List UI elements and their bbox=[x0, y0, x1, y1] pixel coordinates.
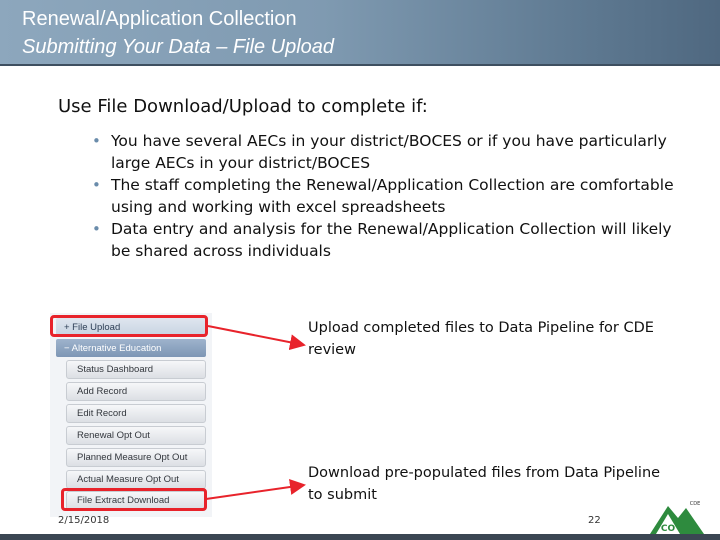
menu-item-status-dashboard[interactable]: Status Dashboard bbox=[66, 360, 206, 379]
file-upload-highlight bbox=[50, 315, 208, 337]
upload-arrow bbox=[207, 325, 306, 351]
logo-text: CO bbox=[661, 524, 676, 534]
menu-item-actual-measure-opt-out[interactable]: Actual Measure Opt Out bbox=[66, 470, 206, 489]
menu-item-add-record[interactable]: Add Record bbox=[66, 382, 206, 401]
bullet-list: • You have several AECs in your district… bbox=[92, 130, 692, 262]
download-arrow bbox=[205, 479, 306, 500]
upload-note: Upload completed files to Data Pipeline … bbox=[308, 320, 654, 358]
bullet-item: • You have several AECs in your district… bbox=[92, 130, 692, 174]
bullet-text: You have several AECs in your district/B… bbox=[111, 132, 667, 172]
slide-title: Renewal/Application Collection bbox=[22, 8, 297, 30]
file-extract-download-highlight bbox=[61, 488, 207, 511]
menu-item-edit-record[interactable]: Edit Record bbox=[66, 404, 206, 423]
logo-small-text: CDE bbox=[690, 501, 701, 507]
bullet-text: Data entry and analysis for the Renewal/… bbox=[111, 220, 672, 260]
menu-item-alternative-education[interactable]: − Alternative Education bbox=[56, 339, 206, 357]
title-bar: Renewal/Application Collection Submittin… bbox=[0, 0, 720, 66]
bullet-icon: • bbox=[92, 176, 101, 194]
menu-item-renewal-opt-out[interactable]: Renewal Opt Out bbox=[66, 426, 206, 445]
footer-bar bbox=[0, 534, 720, 540]
bullet-item: • Data entry and analysis for the Renewa… bbox=[92, 218, 692, 262]
page-number: 22 bbox=[588, 515, 601, 526]
navigation-menu-screenshot: + File Upload − Alternative Education St… bbox=[50, 313, 212, 517]
colorado-cde-logo-icon: CO CDE bbox=[650, 501, 704, 534]
bullet-icon: • bbox=[92, 220, 101, 238]
menu-item-planned-measure-opt-out[interactable]: Planned Measure Opt Out bbox=[66, 448, 206, 467]
content-heading: Use File Download/Upload to complete if: bbox=[58, 96, 428, 117]
slide-subtitle: Submitting Your Data – File Upload bbox=[22, 36, 335, 58]
bullet-icon: • bbox=[92, 132, 101, 150]
bullet-text: The staff completing the Renewal/Applica… bbox=[111, 176, 674, 216]
bullet-item: • The staff completing the Renewal/Appli… bbox=[92, 174, 692, 218]
download-note: Download pre-populated files from Data P… bbox=[308, 465, 661, 503]
footer-date: 2/15/2018 bbox=[58, 515, 110, 526]
